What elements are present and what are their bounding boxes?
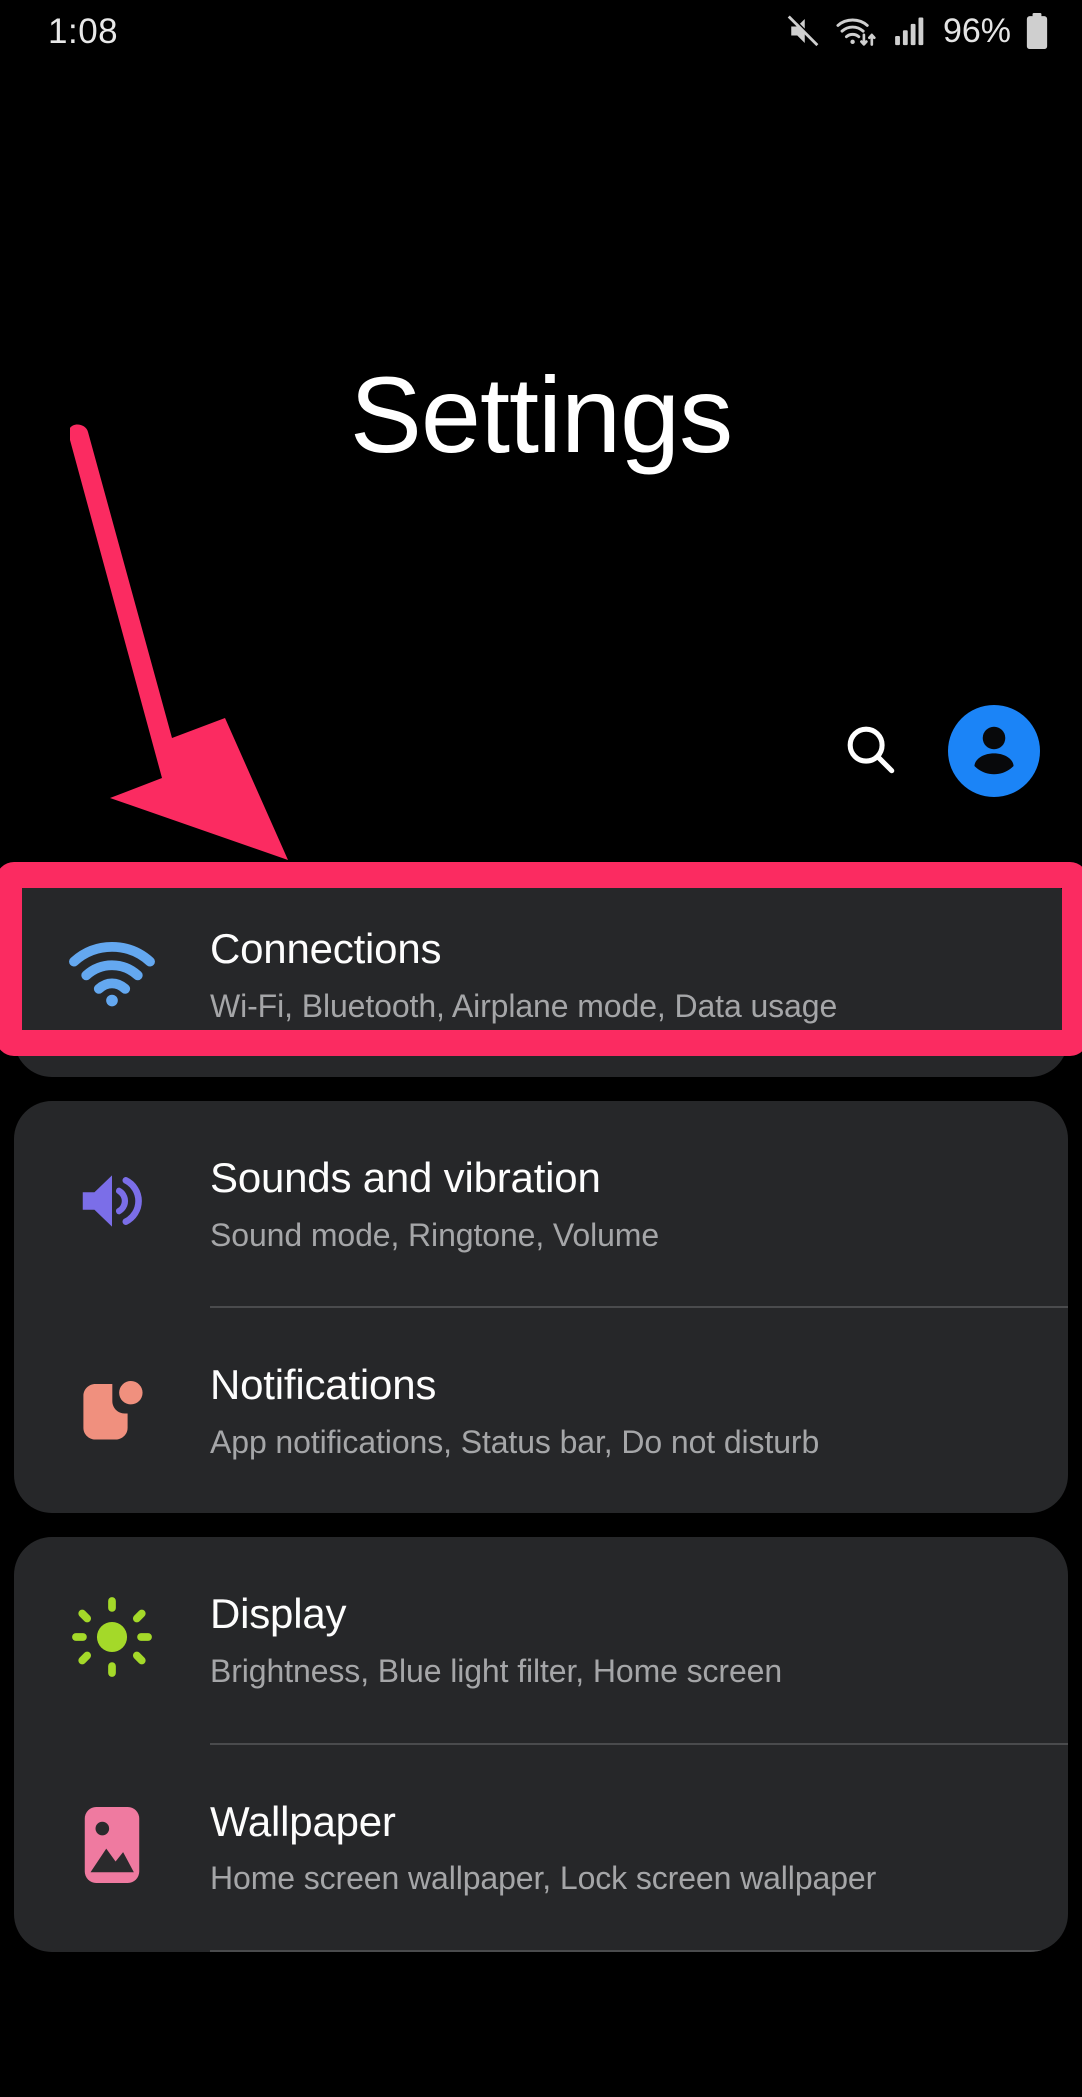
cellular-signal-icon <box>892 14 928 48</box>
list-divider <box>210 1949 1068 1952</box>
volume-icon <box>14 1101 210 1297</box>
settings-item-sounds-and-vibration[interactable]: Sounds and vibration Sound mode, Rington… <box>14 1101 1068 1306</box>
wallpaper-image-icon <box>14 1745 210 1941</box>
settings-item-subtitle: Sound mode, Ringtone, Volume <box>210 1216 660 1253</box>
status-bar: 1:08 96% <box>0 0 1082 62</box>
settings-item-title: Sounds and vibration <box>210 1154 601 1202</box>
settings-item-subtitle: Wi-Fi, Bluetooth, Airplane mode, Data us… <box>210 987 838 1024</box>
settings-item-title: Notifications <box>210 1361 437 1409</box>
settings-item-display[interactable]: Display Brightness, Blue light filter, H… <box>14 1537 1068 1742</box>
mute-icon <box>786 13 822 49</box>
page-title: Settings <box>349 354 733 475</box>
settings-card-group-3: Display Brightness, Blue light filter, H… <box>14 1537 1068 1952</box>
status-clock: 1:08 <box>48 11 119 51</box>
settings-item-wallpaper[interactable]: Wallpaper Home screen wallpaper, Lock sc… <box>14 1745 1068 1950</box>
settings-item-subtitle: Brightness, Blue light filter, Home scre… <box>210 1652 783 1689</box>
account-avatar-icon <box>961 716 1027 787</box>
settings-item-connections[interactable]: Connections Wi-Fi, Bluetooth, Airplane m… <box>14 872 1068 1077</box>
brightness-sun-icon <box>14 1537 210 1733</box>
battery-percent-label: 96% <box>942 12 1011 50</box>
header-actions <box>839 705 1040 797</box>
settings-item-title: Wallpaper <box>210 1797 396 1845</box>
wifi-icon <box>14 872 210 1068</box>
settings-item-title: Display <box>210 1590 347 1638</box>
settings-item-text: Sounds and vibration Sound mode, Rington… <box>210 1101 1068 1306</box>
settings-card-group-2: Sounds and vibration Sound mode, Rington… <box>14 1101 1068 1514</box>
search-button[interactable] <box>839 720 901 782</box>
settings-list: Connections Wi-Fi, Bluetooth, Airplane m… <box>0 872 1082 1976</box>
settings-item-text: Display Brightness, Blue light filter, H… <box>210 1537 1068 1742</box>
settings-item-notifications[interactable]: Notifications App notifications, Status … <box>14 1308 1068 1513</box>
settings-card-group-1: Connections Wi-Fi, Bluetooth, Airplane m… <box>14 872 1068 1078</box>
settings-item-text: Notifications App notifications, Status … <box>210 1308 1068 1513</box>
settings-item-text: Wallpaper Home screen wallpaper, Lock sc… <box>210 1745 1068 1950</box>
status-icons: 96% <box>786 12 1050 50</box>
notification-badge-icon <box>14 1308 210 1504</box>
settings-item-subtitle: Home screen wallpaper, Lock screen wallp… <box>210 1860 877 1897</box>
settings-item-text: Connections Wi-Fi, Bluetooth, Airplane m… <box>210 872 1068 1077</box>
battery-icon <box>1024 12 1050 50</box>
account-avatar-button[interactable] <box>948 705 1040 797</box>
settings-item-subtitle: App notifications, Status bar, Do not di… <box>210 1423 820 1460</box>
wifi-transfer-icon <box>835 13 879 49</box>
settings-item-title: Connections <box>210 925 442 972</box>
search-icon <box>841 720 899 783</box>
